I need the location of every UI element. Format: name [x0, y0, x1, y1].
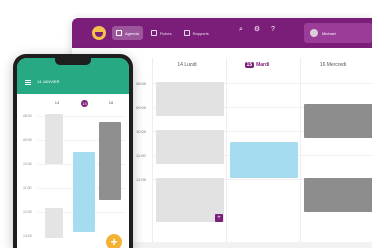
phone-frame: 14 JANVIER 14 15 16 08:00 09:00 10:00 11… [13, 54, 133, 248]
time-label: 12:00 [23, 210, 32, 214]
time-label: 10:00 [23, 162, 32, 166]
time-label: 13:00 [23, 234, 32, 238]
menu-icon[interactable] [25, 80, 31, 85]
time-label: 08:00 [23, 114, 32, 118]
mobile-event[interactable] [45, 114, 63, 164]
calendar-event[interactable] [156, 130, 224, 164]
phone-screen: 14 JANVIER 14 15 16 08:00 09:00 10:00 11… [17, 58, 129, 248]
chart-icon [183, 30, 190, 36]
day-label: Mardi [256, 62, 270, 68]
top-icons: ⌕ ⚙ ? [237, 26, 277, 34]
add-event-button[interactable]: + [215, 214, 223, 222]
calendar-icon [116, 30, 122, 36]
nav-item-agenda[interactable]: Agenda [112, 26, 143, 40]
phone-notch [55, 58, 91, 65]
nav-item-fiches[interactable]: Fiches [147, 26, 176, 40]
calendar-event[interactable] [156, 82, 224, 116]
calendar-event-selected[interactable] [230, 142, 298, 178]
nav-item-rapports[interactable]: Rapports [180, 26, 213, 40]
search-icon[interactable]: ⌕ [237, 26, 245, 34]
time-label: 09:00 [23, 138, 32, 142]
mobile-event[interactable] [99, 122, 121, 200]
settings-icon[interactable]: ⚙ [253, 26, 261, 34]
column-divider [300, 58, 301, 248]
time-label: 10:00 [136, 129, 147, 134]
user-name: Michael [322, 30, 336, 36]
avatar [310, 29, 318, 37]
day-header-wednesday[interactable]: 16 Mercredi [298, 62, 368, 68]
calendar-event[interactable] [304, 104, 372, 138]
day-header-tuesday[interactable]: 15 Mardi [222, 62, 292, 68]
time-label: 11:00 [23, 186, 32, 190]
time-label: 09:00 [136, 105, 147, 110]
calendar-event[interactable] [156, 178, 224, 222]
nav-item-label: Rapports [192, 30, 209, 36]
calendar-event[interactable] [304, 178, 372, 212]
time-label: 08:00 [136, 81, 147, 86]
logo-icon[interactable] [92, 26, 106, 40]
time-label: 11:00 [136, 153, 146, 158]
mobile-event[interactable] [45, 208, 63, 238]
desktop-top-bar: Agenda Fiches Rapports ⌕ ⚙ ? Michael [72, 18, 372, 48]
nav-item-label: Agenda [125, 30, 139, 36]
mobile-title: 14 JANVIER [37, 79, 60, 84]
time-label: 12:00 [136, 177, 147, 182]
help-icon[interactable]: ? [269, 26, 277, 34]
folder-icon [150, 30, 157, 36]
column-divider [226, 58, 227, 248]
nav-item-label: Fiches [159, 30, 172, 36]
add-event-fab[interactable]: + [106, 234, 122, 248]
mobile-day[interactable]: 14 [51, 100, 63, 105]
day-header-monday[interactable]: 14 Lundi [152, 62, 222, 68]
mobile-day-strip: 14 15 16 [17, 100, 129, 110]
mobile-day-today[interactable]: 15 [81, 100, 88, 107]
today-badge: 15 [244, 62, 255, 68]
mobile-day[interactable]: 16 [105, 100, 117, 105]
mobile-event-selected[interactable] [73, 152, 95, 232]
user-menu[interactable]: Michael [304, 23, 372, 43]
column-divider [152, 58, 153, 248]
